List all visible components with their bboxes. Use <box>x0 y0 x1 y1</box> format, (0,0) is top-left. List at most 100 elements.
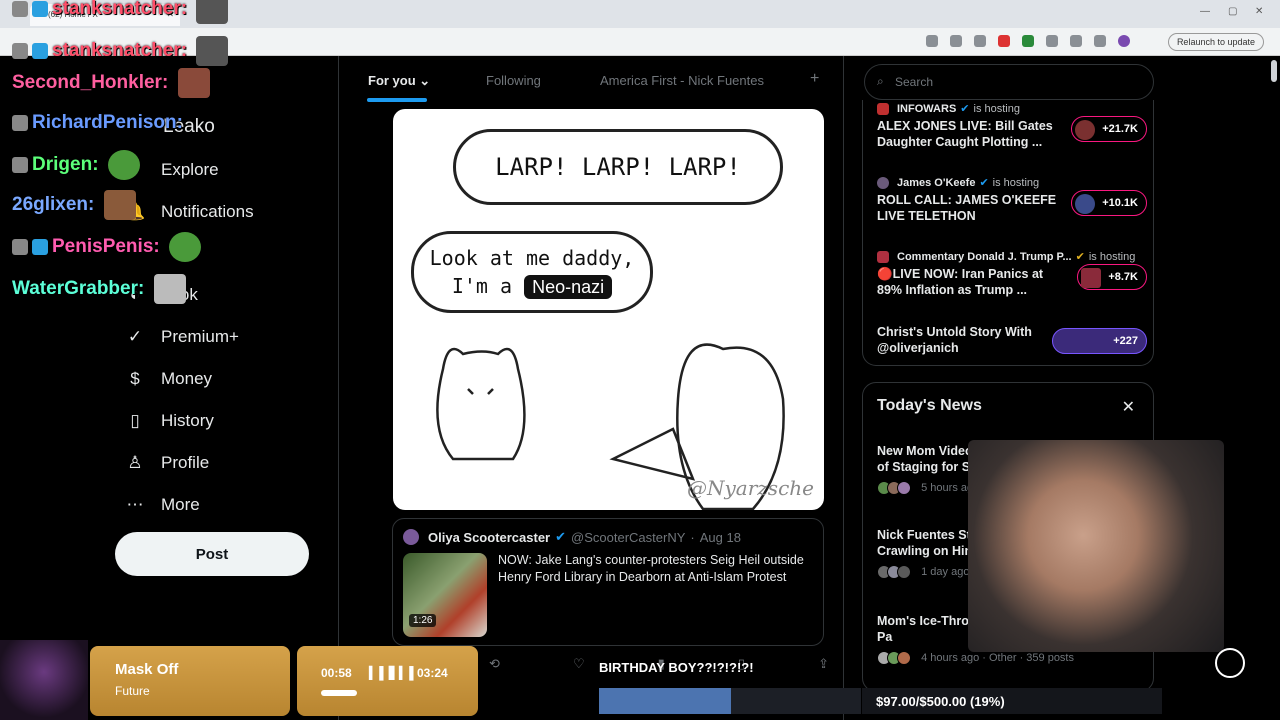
space-host: James O'Keefe <box>897 176 976 189</box>
tweet-image[interactable]: LARP! LARP! LARP! Look at me daddy, I'm … <box>393 109 824 510</box>
avatar[interactable] <box>403 529 419 545</box>
nav-label: Premium+ <box>161 327 239 346</box>
secondary-webcam <box>0 640 88 720</box>
chat-message: WaterGrabber: <box>12 274 186 304</box>
meme-highlight: Neo-nazi <box>524 275 613 299</box>
verified-badge-icon: ✔ <box>555 529 567 544</box>
nav-item-premium[interactable]: ✓ Premium+ <box>125 327 239 347</box>
quoted-author-handle[interactable]: @ScooterCasterNY <box>571 530 685 545</box>
zoom-icon[interactable] <box>926 35 938 47</box>
chat-username: PenisPenis <box>52 236 154 258</box>
nav-item-profile[interactable]: ♙ Profile <box>125 453 209 473</box>
nav-label: Explore <box>161 160 219 179</box>
space-item[interactable]: Christ's Untold Story With @oliverjanich… <box>877 324 1147 356</box>
search-input[interactable]: ⌕ Search <box>864 64 1154 100</box>
song-title: Mask Off <box>115 661 179 678</box>
avatar[interactable] <box>1118 35 1130 47</box>
chat-message: Second_Honkler: <box>12 68 210 98</box>
relaunch-button[interactable]: Relaunch to update <box>1167 33 1264 51</box>
minimize-icon[interactable]: — <box>1200 6 1210 17</box>
avatar-stack <box>877 565 911 579</box>
cube-badge-icon <box>32 43 48 59</box>
space-title: Christ's Untold Story With @oliverjanich <box>877 325 1032 355</box>
meme-signature: @Nyarzsche <box>686 476 814 500</box>
close-icon[interactable]: ✕ <box>1122 397 1135 417</box>
avatar <box>877 250 889 263</box>
star-icon[interactable] <box>974 35 986 47</box>
nav-item-notifications[interactable]: 🔔 Notifications <box>124 202 253 222</box>
quoted-tweet-date[interactable]: Aug 18 <box>700 530 741 545</box>
cat-emote-icon <box>153 274 186 304</box>
tab-following[interactable]: Following <box>486 73 541 88</box>
bot-badge-icon <box>12 239 28 255</box>
space-host: INFOWARS <box>897 102 957 115</box>
tab-for-you[interactable]: For you ⌄ <box>368 73 430 89</box>
nav-label: History <box>161 411 214 430</box>
avatar <box>1075 120 1096 140</box>
chat-message: stanksnatcher: <box>12 0 229 24</box>
space-title: 🔴LIVE NOW: Iran Panics at 89% Inflation … <box>877 267 1044 297</box>
install-icon[interactable] <box>950 35 962 47</box>
bookmark-icon: ▯ <box>130 411 140 430</box>
scrollbar-thumb[interactable] <box>1271 60 1277 82</box>
nav-item-history[interactable]: ▯ History <box>125 411 214 431</box>
time-total: 03:24 <box>417 666 448 680</box>
nav-label: More <box>161 495 200 514</box>
space-item[interactable]: INFOWARS ✔ is hosting ALEX JONES LIVE: Bil… <box>877 102 1147 150</box>
goal-progress-track <box>731 688 861 714</box>
active-tab-indicator <box>367 98 427 102</box>
extension-icon[interactable] <box>998 35 1010 47</box>
tab-america-first[interactable]: America First - Nick Fuentes <box>600 73 764 88</box>
search-placeholder: Search <box>895 75 934 89</box>
emote-icon <box>103 190 136 220</box>
song-artist: Future <box>115 684 150 698</box>
media-icon[interactable] <box>1094 35 1106 47</box>
post-button[interactable]: Post <box>115 532 309 576</box>
close-window-icon[interactable]: ✕ <box>1255 6 1263 17</box>
nav-label: Money <box>161 369 213 388</box>
quoted-video-thumbnail[interactable]: 1:26 <box>403 553 487 637</box>
quoted-tweet-header: Oliya Scootercaster ✔ @ScooterCasterNY ·… <box>403 529 741 545</box>
more-icon: ⋯ <box>126 495 144 514</box>
quoted-author-name[interactable]: Oliya Scootercaster <box>428 530 550 545</box>
like-icon[interactable]: ♡ <box>573 656 585 672</box>
space-status: is hosting <box>1088 250 1136 263</box>
retweet-icon[interactable]: ⟲ <box>489 656 500 672</box>
dollar-icon: $ <box>130 369 140 388</box>
extension-icon[interactable] <box>1046 35 1058 47</box>
chat-message: stanksnatcher: <box>12 36 229 66</box>
chat-username: Second_Honkler <box>12 72 162 94</box>
maximize-icon[interactable]: ▢ <box>1228 6 1237 17</box>
waveform-icon: ▍▌▋▍▌ <box>369 666 419 680</box>
listener-count: +21.7K <box>1071 116 1147 142</box>
streamer-webcam <box>968 440 1224 652</box>
avatar <box>877 102 889 115</box>
meme-speech-bubble-left: Look at me daddy, I'm a Neo-nazi <box>411 231 653 313</box>
bot-badge-icon <box>12 43 28 59</box>
listener-count: +8.7K <box>1077 264 1147 290</box>
space-item[interactable]: Commentary Donald J. Trump P... ✔ is hosti… <box>877 250 1147 298</box>
chat-message: 26glixen: <box>12 190 136 220</box>
video-duration: 1:26 <box>409 614 437 627</box>
bot-badge-icon <box>12 114 28 131</box>
chat-username: WaterGrabber <box>12 278 138 300</box>
listener-count: +227 <box>1052 328 1147 354</box>
space-item[interactable]: James O'Keefe ✔ is hosting ROLL CALL: JAME… <box>877 176 1147 224</box>
chat-bubble-icon[interactable] <box>1215 648 1245 678</box>
time-elapsed: 00:58 <box>321 666 352 680</box>
nav-item-more[interactable]: ⋯ More <box>125 495 200 515</box>
music-progress-widget: 00:58 ▍▌▋▍▌ 03:24 <box>297 646 478 716</box>
chat-username: RichardPenison <box>32 112 177 133</box>
puzzle-icon[interactable] <box>1070 35 1082 47</box>
feed-tabs: For you ⌄ Following America First - Nick… <box>339 56 845 102</box>
quoted-tweet[interactable]: Oliya Scootercaster ✔ @ScooterCasterNY ·… <box>392 518 824 646</box>
meme-bubble-line1: Look at me daddy, <box>429 246 635 270</box>
verified-badge-icon: ✔ <box>1075 251 1085 263</box>
share-icon[interactable]: ⇪ <box>818 656 829 672</box>
news-meta: 4 hours ago · Other · 359 posts <box>921 652 1074 664</box>
nav-item-money[interactable]: $ Money <box>125 369 212 389</box>
add-tab-icon[interactable]: + <box>810 70 819 88</box>
extension-icon[interactable] <box>1022 35 1034 47</box>
chat-username: stanksnatcher <box>52 0 181 20</box>
chat-message: RichardPenison: <box>12 112 183 134</box>
